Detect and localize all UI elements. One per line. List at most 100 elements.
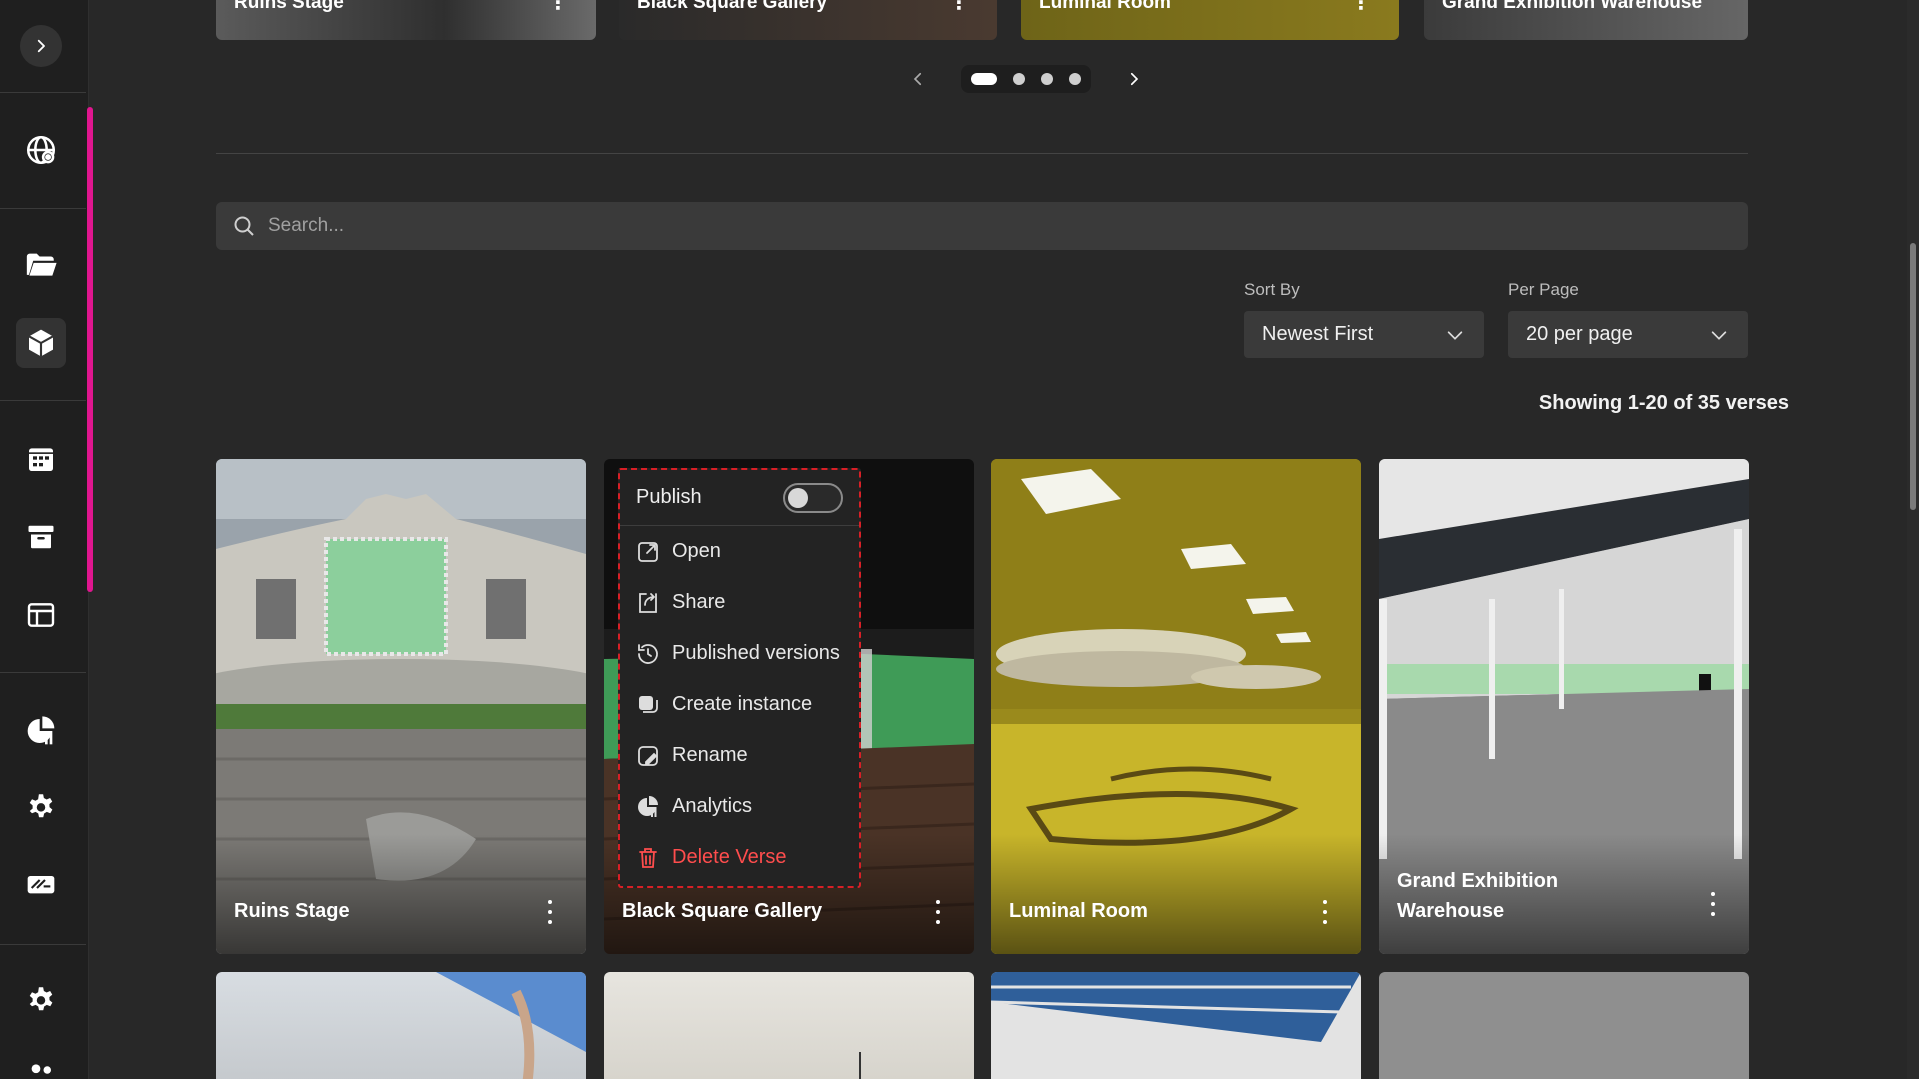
page-scrollbar[interactable] (1907, 0, 1919, 1079)
history-icon (638, 643, 658, 664)
copy-icon (639, 695, 658, 713)
carousel-card-title: Black Square Gallery (637, 0, 828, 13)
menu-item-share[interactable]: Share (620, 577, 859, 628)
publish-toggle[interactable] (783, 482, 843, 513)
sidebar-item-files[interactable] (16, 240, 66, 290)
carousel-card[interactable]: Ruins Stage ⋮ (216, 0, 596, 40)
carousel-prev-button[interactable] (903, 64, 933, 94)
verse-card[interactable] (216, 972, 586, 1079)
per-page-value: 20 per page (1526, 323, 1633, 345)
menu-item-delete-verse[interactable]: Delete Verse (620, 832, 859, 883)
divider (216, 153, 1748, 154)
kebab-menu-button[interactable] (1319, 900, 1331, 924)
carousel-card[interactable]: Luminal Room ⋮ (1021, 0, 1399, 40)
sidebar-expand-button[interactable] (20, 25, 62, 67)
menu-item-analytics[interactable]: Analytics (620, 781, 859, 832)
search-input[interactable] (268, 215, 1668, 237)
per-page-select[interactable]: 20 per page (1508, 311, 1748, 358)
carousel-dot[interactable] (971, 73, 997, 85)
main-content: Ruins Stage ⋮ Black Square Gallery ⋮ Lum… (96, 0, 1919, 1079)
menu-item-label: Analytics (672, 795, 753, 817)
per-page-label: Per Page (1508, 280, 1579, 299)
sidebar (0, 0, 93, 1079)
kebab-menu-button[interactable] (1707, 892, 1719, 916)
sidebar-item-preferences[interactable] (16, 976, 66, 1026)
kebab-menu-button[interactable] (544, 900, 556, 924)
verse-card[interactable]: Luminal Room (991, 459, 1361, 954)
menu-item-published-versions[interactable]: Published versions (620, 628, 859, 679)
menu-item-label: Published versions (672, 642, 840, 664)
sidebar-item-users[interactable] (16, 1050, 66, 1079)
sidebar-scrollbar[interactable] (87, 107, 93, 592)
sidebar-divider (0, 672, 86, 673)
menu-item-label: Create instance (672, 693, 813, 715)
verse-thumbnail (436, 972, 586, 1079)
menu-item-label: Open (672, 540, 721, 562)
sidebar-item-events[interactable] (16, 434, 66, 484)
analytics-icon (27, 716, 55, 745)
external-link-icon (638, 541, 658, 562)
publish-row: Publish (620, 470, 859, 526)
carousel-dot[interactable] (1069, 73, 1081, 85)
cube-icon (28, 329, 54, 357)
menu-item-open[interactable]: Open (620, 526, 859, 577)
verse-card-title: Ruins Stage (234, 900, 350, 922)
carousel-dots (961, 65, 1091, 93)
verse-thumbnail (859, 1052, 861, 1079)
sidebar-item-settings[interactable] (16, 783, 66, 833)
verse-card[interactable] (1379, 972, 1749, 1079)
kebab-icon[interactable]: ⋮ (548, 0, 568, 15)
globe-network-icon (26, 135, 56, 165)
carousel-card[interactable]: Black Square Gallery ⋮ (619, 0, 997, 40)
calendar-icon (29, 448, 53, 471)
verse-card[interactable] (991, 972, 1361, 1079)
analytics-icon (638, 795, 658, 817)
card-shade (991, 834, 1361, 954)
menu-item-rename[interactable]: Rename (620, 730, 859, 781)
carousel-dot[interactable] (1041, 73, 1053, 85)
menu-item-label: Delete Verse (672, 846, 787, 868)
search-icon (234, 216, 254, 236)
kebab-icon[interactable]: ⋮ (949, 0, 969, 15)
verse-card[interactable] (604, 972, 974, 1079)
kebab-menu-button[interactable] (932, 900, 944, 924)
sidebar-item-tickets[interactable] (16, 859, 66, 909)
carousel-card-title: Ruins Stage (234, 0, 344, 13)
verse-card-title: Grand Exhibition Warehouse (1397, 870, 1559, 922)
carousel-pager (903, 64, 1149, 94)
page-scrollbar-thumb[interactable] (1910, 243, 1916, 510)
kebab-icon[interactable]: ⋮ (1351, 0, 1371, 15)
verse-thumbnail (991, 972, 1361, 1042)
gear-icon (29, 794, 53, 818)
sidebar-divider (0, 400, 86, 401)
chevron-down-icon (1711, 330, 1727, 340)
carousel-card-title: Grand Exhibition Warehouse (1442, 0, 1703, 13)
layout-table-icon (27, 603, 55, 627)
verse-card-title: Black Square Gallery (622, 900, 823, 922)
verse-card[interactable]: Ruins Stage (216, 459, 586, 954)
results-count: Showing 1-20 of 35 verses (1538, 392, 1789, 414)
carousel-card[interactable]: Grand Exhibition Warehouse (1424, 0, 1748, 40)
folder-open-icon (26, 253, 57, 276)
share-icon (639, 592, 657, 613)
menu-item-create-instance[interactable]: Create instance (620, 679, 859, 730)
carousel-dot[interactable] (1013, 73, 1025, 85)
trash-icon (639, 847, 657, 868)
sort-by-value: Newest First (1262, 323, 1374, 345)
verse-card[interactable]: Grand Exhibition Warehouse (1379, 459, 1749, 954)
card-shade (216, 834, 586, 954)
sidebar-item-verses[interactable] (16, 318, 66, 368)
carousel-card-title: Luminal Room (1039, 0, 1171, 13)
search-bar[interactable] (216, 202, 1748, 250)
sort-by-select[interactable]: Newest First (1244, 311, 1484, 358)
carousel-next-button[interactable] (1119, 64, 1149, 94)
ticket-icon (27, 876, 55, 894)
settings-gear-icon (29, 987, 53, 1011)
sidebar-item-worlds[interactable] (16, 125, 66, 175)
sidebar-item-archive[interactable] (16, 512, 66, 562)
sidebar-item-layouts[interactable] (16, 590, 66, 640)
users-icon (31, 1064, 51, 1074)
context-menu: Publish Open Share Published versions Cr… (618, 468, 861, 888)
sidebar-item-analytics[interactable] (16, 706, 66, 756)
sidebar-divider (0, 944, 86, 945)
